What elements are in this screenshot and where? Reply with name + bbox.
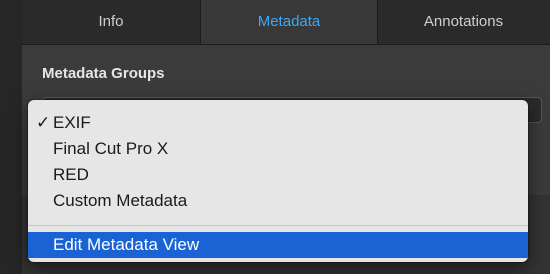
menu-item-label: Edit Metadata View bbox=[53, 235, 200, 254]
inspector-panel: Info Metadata Annotations Metadata Group… bbox=[0, 0, 550, 274]
menu-item-label: EXIF bbox=[53, 113, 91, 132]
menu-item-custom-metadata[interactable]: Custom Metadata bbox=[28, 188, 528, 214]
menu-item-label: Custom Metadata bbox=[53, 191, 188, 210]
menu-item-edit-metadata-view[interactable]: Edit Metadata View bbox=[28, 232, 528, 258]
menu-item-red[interactable]: RED bbox=[28, 162, 528, 188]
inspector-tab-bar: Info Metadata Annotations bbox=[22, 0, 550, 45]
tab-annotations[interactable]: Annotations bbox=[377, 0, 550, 44]
checkmark-icon: ✓ bbox=[36, 113, 51, 132]
menu-separator bbox=[28, 225, 528, 226]
menu-item-final-cut-pro-x[interactable]: Final Cut Pro X bbox=[28, 136, 528, 162]
menu-item-exif[interactable]: ✓ EXIF bbox=[28, 110, 528, 136]
metadata-groups-title: Metadata Groups bbox=[42, 65, 165, 82]
metadata-group-menu: ✓ EXIF Final Cut Pro X RED Custom Metada… bbox=[28, 100, 528, 262]
menu-item-label: Final Cut Pro X bbox=[53, 139, 169, 158]
tab-metadata[interactable]: Metadata bbox=[200, 0, 378, 44]
left-side-strip bbox=[0, 0, 23, 274]
tab-info[interactable]: Info bbox=[22, 0, 200, 44]
menu-item-label: RED bbox=[53, 165, 89, 184]
